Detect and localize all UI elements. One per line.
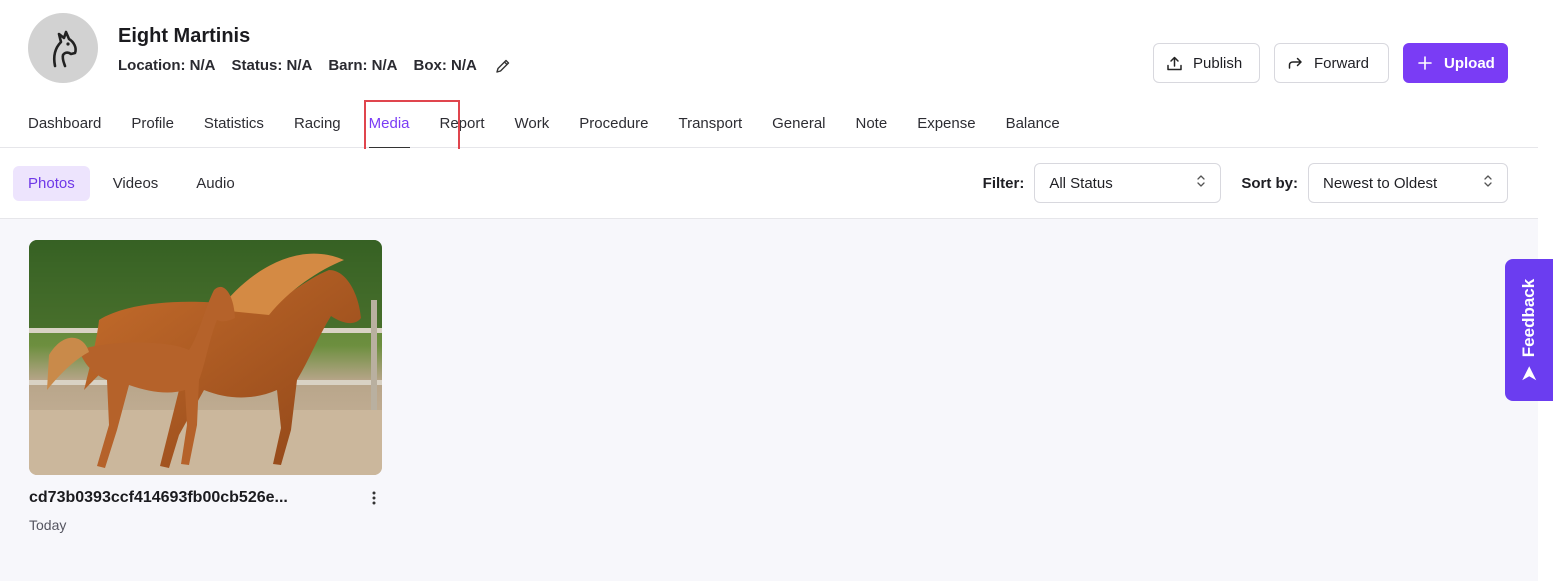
- media-card-date: Today: [29, 517, 67, 533]
- mare-and-foal-running-photo[interactable]: [29, 240, 382, 475]
- tab-transport[interactable]: Transport: [678, 101, 742, 148]
- status-info: Status: N/A: [231, 57, 313, 74]
- filter-sort-controls: Filter: All Status Sort by: Newest to Ol…: [983, 163, 1508, 203]
- send-arrow-icon: [1521, 365, 1537, 381]
- horse-avatar: [28, 13, 98, 83]
- more-options-icon[interactable]: [366, 488, 382, 508]
- sort-select[interactable]: Newest to Oldest: [1308, 163, 1508, 203]
- header-actions: Publish Forward Upload: [1153, 43, 1508, 83]
- upload-tray-icon: [1166, 55, 1183, 72]
- sort-value: Newest to Oldest: [1323, 174, 1438, 192]
- media-card-title-row: cd73b0393ccf414693fb00cb526e...: [29, 488, 382, 508]
- box-info: Box: N/A: [413, 57, 477, 74]
- filter-label: Filter:: [982, 174, 1025, 192]
- tab-note[interactable]: Note: [856, 101, 888, 148]
- barn-info: Barn: N/A: [328, 57, 398, 74]
- horse-head-icon: [52, 30, 77, 68]
- publish-label: Publish: [1193, 54, 1243, 72]
- tab-audio[interactable]: Audio: [181, 166, 249, 201]
- plus-icon: [1418, 56, 1432, 70]
- upload-button[interactable]: Upload: [1403, 43, 1508, 83]
- horse-tabs: Dashboard Profile Statistics Racing Medi…: [28, 101, 1090, 148]
- forward-button[interactable]: Forward: [1274, 43, 1389, 83]
- horse-meta: Location: N/A Status: N/A Barn: N/A Box:…: [118, 57, 527, 74]
- location-info: Location: N/A: [118, 57, 216, 74]
- status-filter-value: All Status: [1049, 174, 1113, 192]
- media-grid: cd73b0393ccf414693fb00cb526e... Today: [0, 219, 1538, 581]
- tab-photos[interactable]: Photos: [13, 166, 90, 201]
- chevron-up-down-icon: [1196, 174, 1206, 192]
- tab-general[interactable]: General: [772, 101, 825, 148]
- tab-expense[interactable]: Expense: [917, 101, 975, 148]
- media-type-tabs: Photos Videos Audio: [13, 166, 250, 201]
- forward-arrow-icon: [1287, 55, 1304, 72]
- status-filter-select[interactable]: All Status: [1034, 163, 1222, 203]
- forward-label: Forward: [1314, 54, 1370, 72]
- sort-label: Sort by:: [1241, 174, 1298, 192]
- tab-report[interactable]: Report: [440, 101, 485, 148]
- tab-racing[interactable]: Racing: [294, 101, 341, 148]
- feedback-tab[interactable]: Feedback: [1505, 259, 1553, 401]
- media-card: cd73b0393ccf414693fb00cb526e... Today: [29, 240, 382, 533]
- tab-videos[interactable]: Videos: [98, 166, 174, 201]
- media-toolbar: Photos Videos Audio Filter: All Status S…: [0, 149, 1538, 219]
- feedback-label: Feedback: [1519, 278, 1538, 358]
- tab-work[interactable]: Work: [515, 101, 550, 148]
- media-card-title: cd73b0393ccf414693fb00cb526e...: [29, 489, 288, 506]
- tab-statistics[interactable]: Statistics: [204, 101, 264, 148]
- tab-media[interactable]: Media: [359, 101, 424, 148]
- tab-dashboard[interactable]: Dashboard: [28, 101, 101, 148]
- tab-profile[interactable]: Profile: [131, 101, 174, 148]
- tab-balance[interactable]: Balance: [1006, 101, 1060, 148]
- horse-header: Eight Martinis Location: N/A Status: N/A…: [0, 0, 1538, 148]
- edit-icon[interactable]: [495, 58, 511, 74]
- chevron-up-down-icon: [1483, 174, 1493, 192]
- feedback-content: Feedback: [1519, 279, 1539, 381]
- tab-procedure[interactable]: Procedure: [579, 101, 648, 148]
- upload-label: Upload: [1444, 54, 1495, 72]
- publish-button[interactable]: Publish: [1153, 43, 1260, 83]
- horse-name: Eight Martinis: [118, 25, 251, 47]
